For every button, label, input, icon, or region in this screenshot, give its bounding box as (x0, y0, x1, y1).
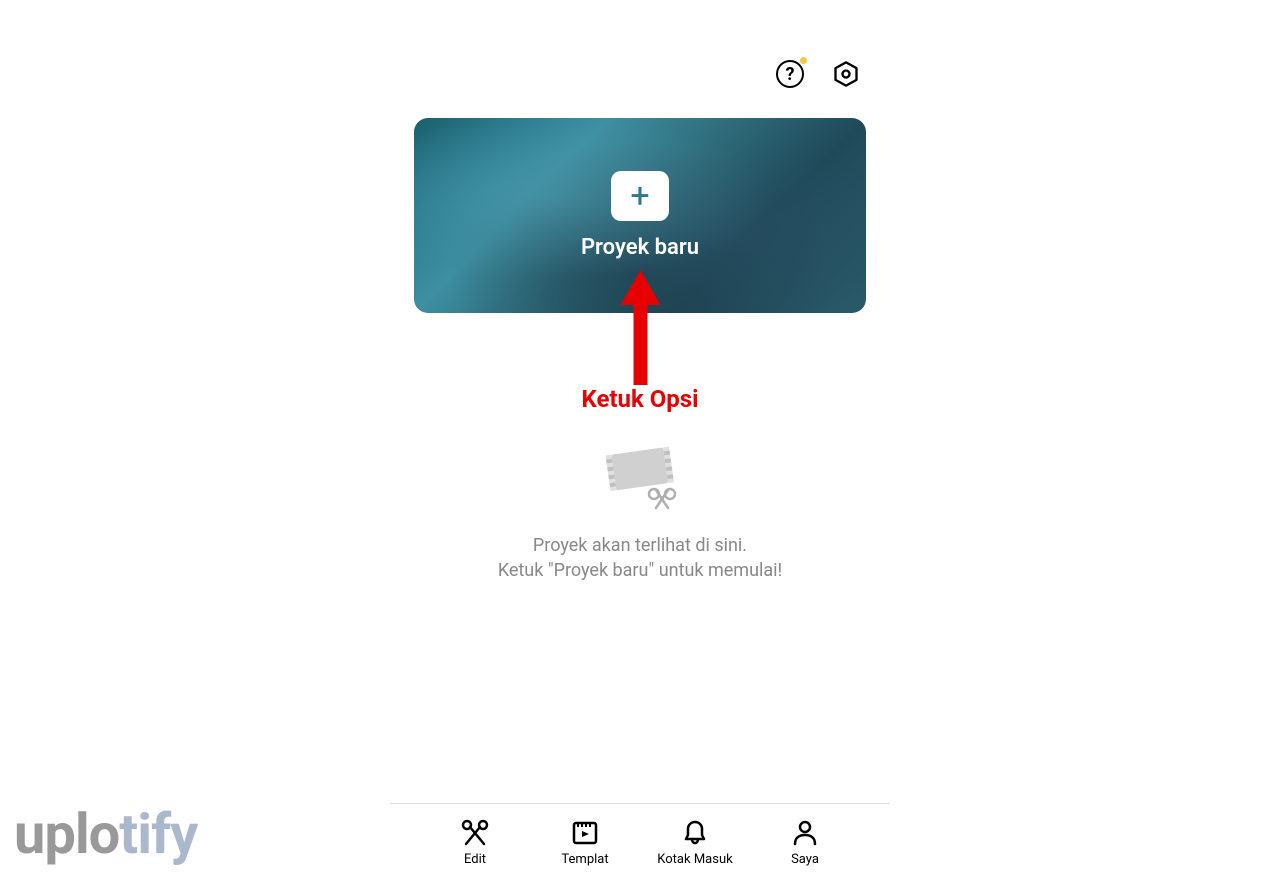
help-icon: ? (776, 60, 804, 88)
watermark-part1: uplo (14, 801, 119, 867)
new-project-label: Proyek baru (581, 235, 699, 260)
annotation-text: Ketuk Opsi (582, 385, 699, 413)
bottom-navigation: Edit Templat Kotak Masuk (390, 803, 890, 871)
nav-label: Kotak Masuk (657, 852, 732, 867)
scissors-icon (460, 818, 490, 848)
watermark: uplotify (14, 801, 197, 867)
empty-line2: Ketuk "Proyek baru" untuk memulai! (498, 558, 782, 583)
empty-line1: Proyek akan terlihat di sini. (498, 533, 782, 558)
settings-icon (832, 60, 860, 88)
header: ? (390, 0, 890, 103)
plus-icon-container: + (611, 171, 669, 221)
template-icon (570, 818, 600, 848)
nav-label: Saya (791, 852, 819, 867)
help-button[interactable]: ? (776, 60, 804, 88)
empty-state-text: Proyek akan terlihat di sini. Ketuk "Pro… (498, 533, 782, 583)
watermark-part2: tify (119, 801, 197, 867)
app-screen: ? + Proyek baru Ketuk Opsi (390, 0, 890, 881)
arrow-up-icon (615, 265, 665, 385)
empty-state: Proyek akan terlihat di sini. Ketuk "Pro… (390, 440, 890, 583)
bell-icon (680, 818, 710, 848)
nav-profile[interactable]: Saya (750, 818, 860, 867)
settings-button[interactable] (832, 60, 860, 88)
notification-dot-icon (800, 57, 807, 64)
nav-edit[interactable]: Edit (420, 818, 530, 867)
nav-template[interactable]: Templat (530, 818, 640, 867)
person-icon (790, 818, 820, 848)
nav-label: Edit (464, 852, 486, 867)
nav-inbox[interactable]: Kotak Masuk (640, 818, 750, 867)
tutorial-annotation: Ketuk Opsi (582, 265, 699, 413)
empty-projects-icon (600, 440, 680, 515)
nav-label: Templat (561, 852, 608, 867)
plus-icon: + (630, 179, 649, 213)
